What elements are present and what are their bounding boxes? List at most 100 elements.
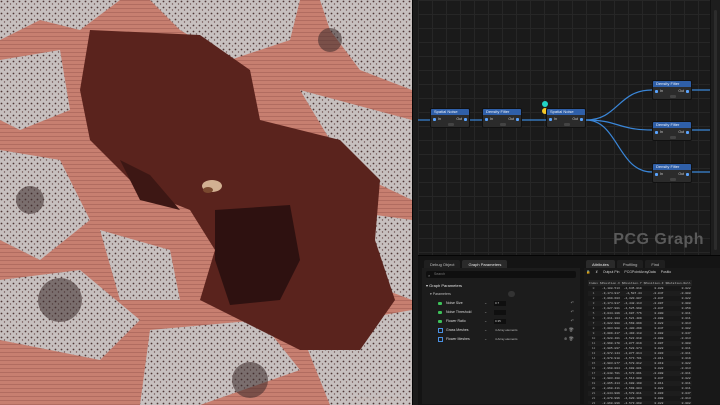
table-cell: 0.022: [642, 401, 665, 404]
graph-node-density-filter-3[interactable]: Density Filter In Out: [652, 121, 692, 141]
array-type-icon: [438, 337, 443, 342]
reset-arrow-icon[interactable]: ↶: [571, 309, 574, 314]
param-name: Noise Size: [446, 301, 463, 305]
filter-icon[interactable]: ⊻: [595, 270, 598, 274]
pin-label: In: [660, 89, 663, 93]
landscape-render: [0, 0, 412, 405]
node-title: Density Filter: [653, 81, 691, 87]
pin-label: In: [660, 130, 663, 134]
node-output-pin[interactable]: [516, 118, 519, 121]
array-type-icon: [438, 328, 443, 333]
table-body: 0 -1,108.513 -4,645.019 0.029 0.022 1 -3,174.9…: [588, 286, 692, 404]
pin-label: In: [490, 117, 493, 121]
pin-label: Out: [508, 117, 514, 121]
reset-arrow-icon[interactable]: ↶: [571, 300, 574, 305]
tab-attributes[interactable]: Attributes: [586, 260, 615, 268]
table-cell: 0.002: [664, 401, 692, 404]
subsection-title: Parameters: [432, 292, 451, 296]
table-cell: -4,573.098: [620, 401, 643, 404]
graph-scrollbar[interactable]: [710, 0, 720, 255]
node-expand-button[interactable]: [670, 136, 676, 139]
chevron-down-icon[interactable]: ⌄: [484, 309, 487, 314]
right-tab-bar: Attributes Profiling Find: [586, 260, 667, 268]
node-input-pin[interactable]: [655, 173, 658, 176]
tab-profiling[interactable]: Profiling: [616, 260, 644, 268]
node-title: Spatial Noise: [431, 109, 469, 115]
node-input-pin[interactable]: [549, 118, 552, 121]
add-parameter-button[interactable]: [508, 291, 515, 297]
param-row-flower-meshes[interactable]: Flower Meshes ⌄ 4 Array elements ⊕ 🗑 ↶: [426, 336, 578, 344]
attributes-toolbar: 🔒 ⊻ Output Pin PCGPointArrayData Positio: [586, 270, 675, 277]
pin-label: Out: [572, 117, 578, 121]
section-header[interactable]: ▾ Graph Parameters: [426, 283, 462, 288]
node-input-pin[interactable]: [655, 131, 658, 134]
chevron-down-icon[interactable]: ⌄: [484, 327, 487, 332]
param-value-input[interactable]: [494, 310, 506, 315]
node-output-pin[interactable]: [686, 90, 689, 93]
search-placeholder: Search: [434, 272, 446, 276]
param-row-noise-size[interactable]: Noise Size ⌄ 0.7 ↶: [426, 300, 578, 308]
param-value: 4 Array elements: [495, 337, 518, 341]
node-output-pin[interactable]: [686, 173, 689, 176]
reset-arrow-icon[interactable]: ↶: [571, 318, 574, 323]
level-viewport[interactable]: Generate from landscape: [0, 0, 412, 405]
lock-icon[interactable]: 🔒: [586, 270, 590, 274]
param-value-input[interactable]: 0.35: [494, 319, 506, 324]
chevron-down-icon[interactable]: ⌄: [484, 318, 487, 323]
param-row-noise-threshold[interactable]: Noise Threshold ⌄ ↶: [426, 309, 578, 317]
node-title: Density Filter: [653, 122, 691, 128]
attributes-panel: 🔒 ⊻ Output Pin PCGPointArrayData Positio…: [584, 268, 720, 404]
param-value: 4 Array elements: [495, 328, 518, 332]
float-type-icon: [438, 302, 442, 305]
node-input-pin[interactable]: [485, 118, 488, 121]
parameters-search-input[interactable]: ⌕ Search: [426, 271, 576, 278]
scrollbar-thumb[interactable]: [714, 10, 717, 250]
node-expand-button[interactable]: [500, 123, 506, 126]
chevron-down-icon[interactable]: ⌄: [484, 300, 487, 305]
table-cell: 23: [588, 401, 600, 404]
pin-label: Out: [678, 172, 684, 176]
data-type-dropdown[interactable]: PCGPointArrayData: [624, 270, 655, 274]
table-row[interactable]: 23 -2,860.899 -4,573.098 0.022 0.002: [588, 401, 692, 404]
node-expand-button[interactable]: [448, 123, 454, 126]
pin-label: In: [554, 117, 557, 121]
output-pin-dropdown[interactable]: Output Pin: [603, 270, 620, 274]
tab-graph-parameters[interactable]: Graph Parameters: [462, 260, 508, 268]
reset-arrow-icon[interactable]: ↶: [571, 336, 574, 341]
param-row-grass-meshes[interactable]: Grass Meshes ⌄ 4 Array elements ⊕ 🗑 ↶: [426, 327, 578, 335]
node-expand-button[interactable]: [670, 95, 676, 98]
tab-debug-object[interactable]: Debug Object: [424, 260, 461, 268]
chevron-down-icon[interactable]: ⌄: [484, 336, 487, 341]
graph-node-spatial-noise-2[interactable]: Spatial Noise In Out: [546, 108, 586, 128]
param-value-input[interactable]: 0.7: [494, 301, 506, 306]
graph-watermark-title: PCG Graph: [613, 231, 704, 248]
pin-label: In: [438, 117, 441, 121]
bottom-panels: Debug Object Graph Parameters Attributes…: [418, 255, 720, 405]
subsection-header[interactable]: ▾ Parameters: [430, 292, 451, 296]
graph-node-spatial-noise[interactable]: Spatial Noise In Out: [430, 108, 470, 128]
node-output-pin[interactable]: [686, 131, 689, 134]
pcg-graph-canvas[interactable]: Spatial Noise In Out Density Filter In O…: [418, 0, 720, 255]
node-output-pin[interactable]: [580, 118, 583, 121]
editor-window: Generate from landscape Spatial Noise In: [0, 0, 720, 405]
section-title: Graph Parameters: [429, 283, 463, 288]
pin-label: Out: [456, 117, 462, 121]
param-row-flower-ratio[interactable]: Flower Ratio ⌄ 0.35 ↶: [426, 318, 578, 326]
node-output-pin[interactable]: [464, 118, 467, 121]
tab-find[interactable]: Find: [645, 260, 666, 268]
node-title: Spatial Noise: [547, 109, 585, 115]
node-input-pin[interactable]: [655, 90, 658, 93]
node-input-pin[interactable]: [433, 118, 436, 121]
graph-node-density-filter-2[interactable]: Density Filter In Out: [652, 80, 692, 100]
table-cell: -2,860.899: [599, 401, 621, 404]
graph-node-density-filter-4[interactable]: Density Filter In Out: [652, 163, 692, 183]
node-expand-button[interactable]: [670, 178, 676, 181]
search-icon: ⌕: [428, 273, 431, 278]
column-filter-label[interactable]: Positio: [661, 270, 672, 274]
node-expand-button[interactable]: [564, 123, 570, 126]
left-tab-bar: Debug Object Graph Parameters: [424, 260, 509, 268]
graph-node-density-filter[interactable]: Density Filter In Out: [482, 108, 522, 128]
reset-arrow-icon[interactable]: ↶: [571, 327, 574, 332]
graph-parameters-panel: ⌕ Search ▾ Graph Parameters ▾ Parameters…: [422, 268, 580, 404]
pin-label: In: [660, 172, 663, 176]
